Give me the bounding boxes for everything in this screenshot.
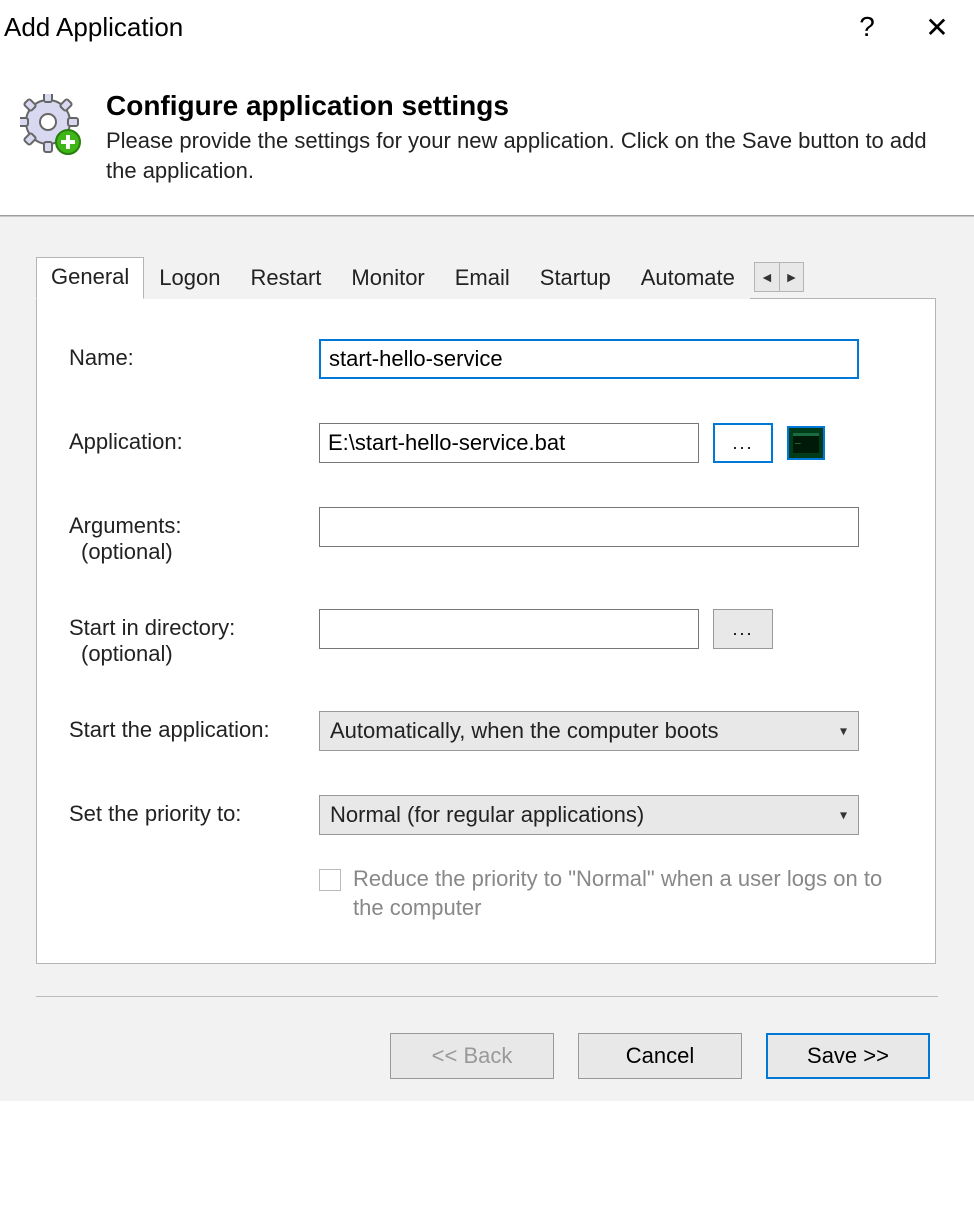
back-button: << Back — [390, 1033, 554, 1079]
name-input[interactable] — [319, 339, 859, 379]
reduce-priority-checkbox — [319, 869, 341, 891]
console-icon — [793, 433, 819, 453]
tab-logon[interactable]: Logon — [144, 258, 235, 299]
gear-add-icon — [20, 94, 84, 158]
application-browse-button[interactable]: ... — [713, 423, 773, 463]
arguments-input[interactable] — [319, 507, 859, 547]
console-icon-button[interactable] — [787, 426, 825, 460]
tab-restart[interactable]: Restart — [235, 258, 336, 299]
application-label: Application: — [69, 423, 319, 455]
arguments-label: Arguments: (optional) — [69, 507, 319, 565]
window-title: Add Application — [4, 12, 822, 43]
tab-automate[interactable]: Automate — [626, 258, 750, 299]
priority-select[interactable]: Normal (for regular applications) — [319, 795, 859, 835]
directory-input[interactable] — [319, 609, 699, 649]
directory-label: Start in directory: (optional) — [69, 609, 319, 667]
tab-scroll-right[interactable]: ► — [779, 263, 803, 291]
tab-monitor[interactable]: Monitor — [336, 258, 439, 299]
tab-startup[interactable]: Startup — [525, 258, 626, 299]
header-title: Configure application settings — [106, 90, 954, 122]
cancel-button[interactable]: Cancel — [578, 1033, 742, 1079]
tab-bar: General Logon Restart Monitor Email Star… — [36, 257, 956, 298]
application-input[interactable] — [319, 423, 699, 463]
header-description: Please provide the settings for your new… — [106, 126, 954, 185]
tab-general[interactable]: General — [36, 257, 144, 299]
tab-panel-general: Name: Application: ... Arguments: (optio… — [36, 298, 936, 963]
directory-browse-button[interactable]: ... — [713, 609, 773, 649]
tab-email[interactable]: Email — [440, 258, 525, 299]
name-label: Name: — [69, 339, 319, 371]
tab-scroll-left[interactable]: ◄ — [755, 263, 779, 291]
help-button[interactable]: ? — [842, 7, 892, 47]
close-button[interactable]: ✕ — [912, 7, 962, 47]
start-app-label: Start the application: — [69, 711, 319, 743]
reduce-priority-label: Reduce the priority to "Normal" when a u… — [353, 865, 903, 922]
start-app-select[interactable]: Automatically, when the computer boots — [319, 711, 859, 751]
priority-label: Set the priority to: — [69, 795, 319, 827]
save-button[interactable]: Save >> — [766, 1033, 930, 1079]
